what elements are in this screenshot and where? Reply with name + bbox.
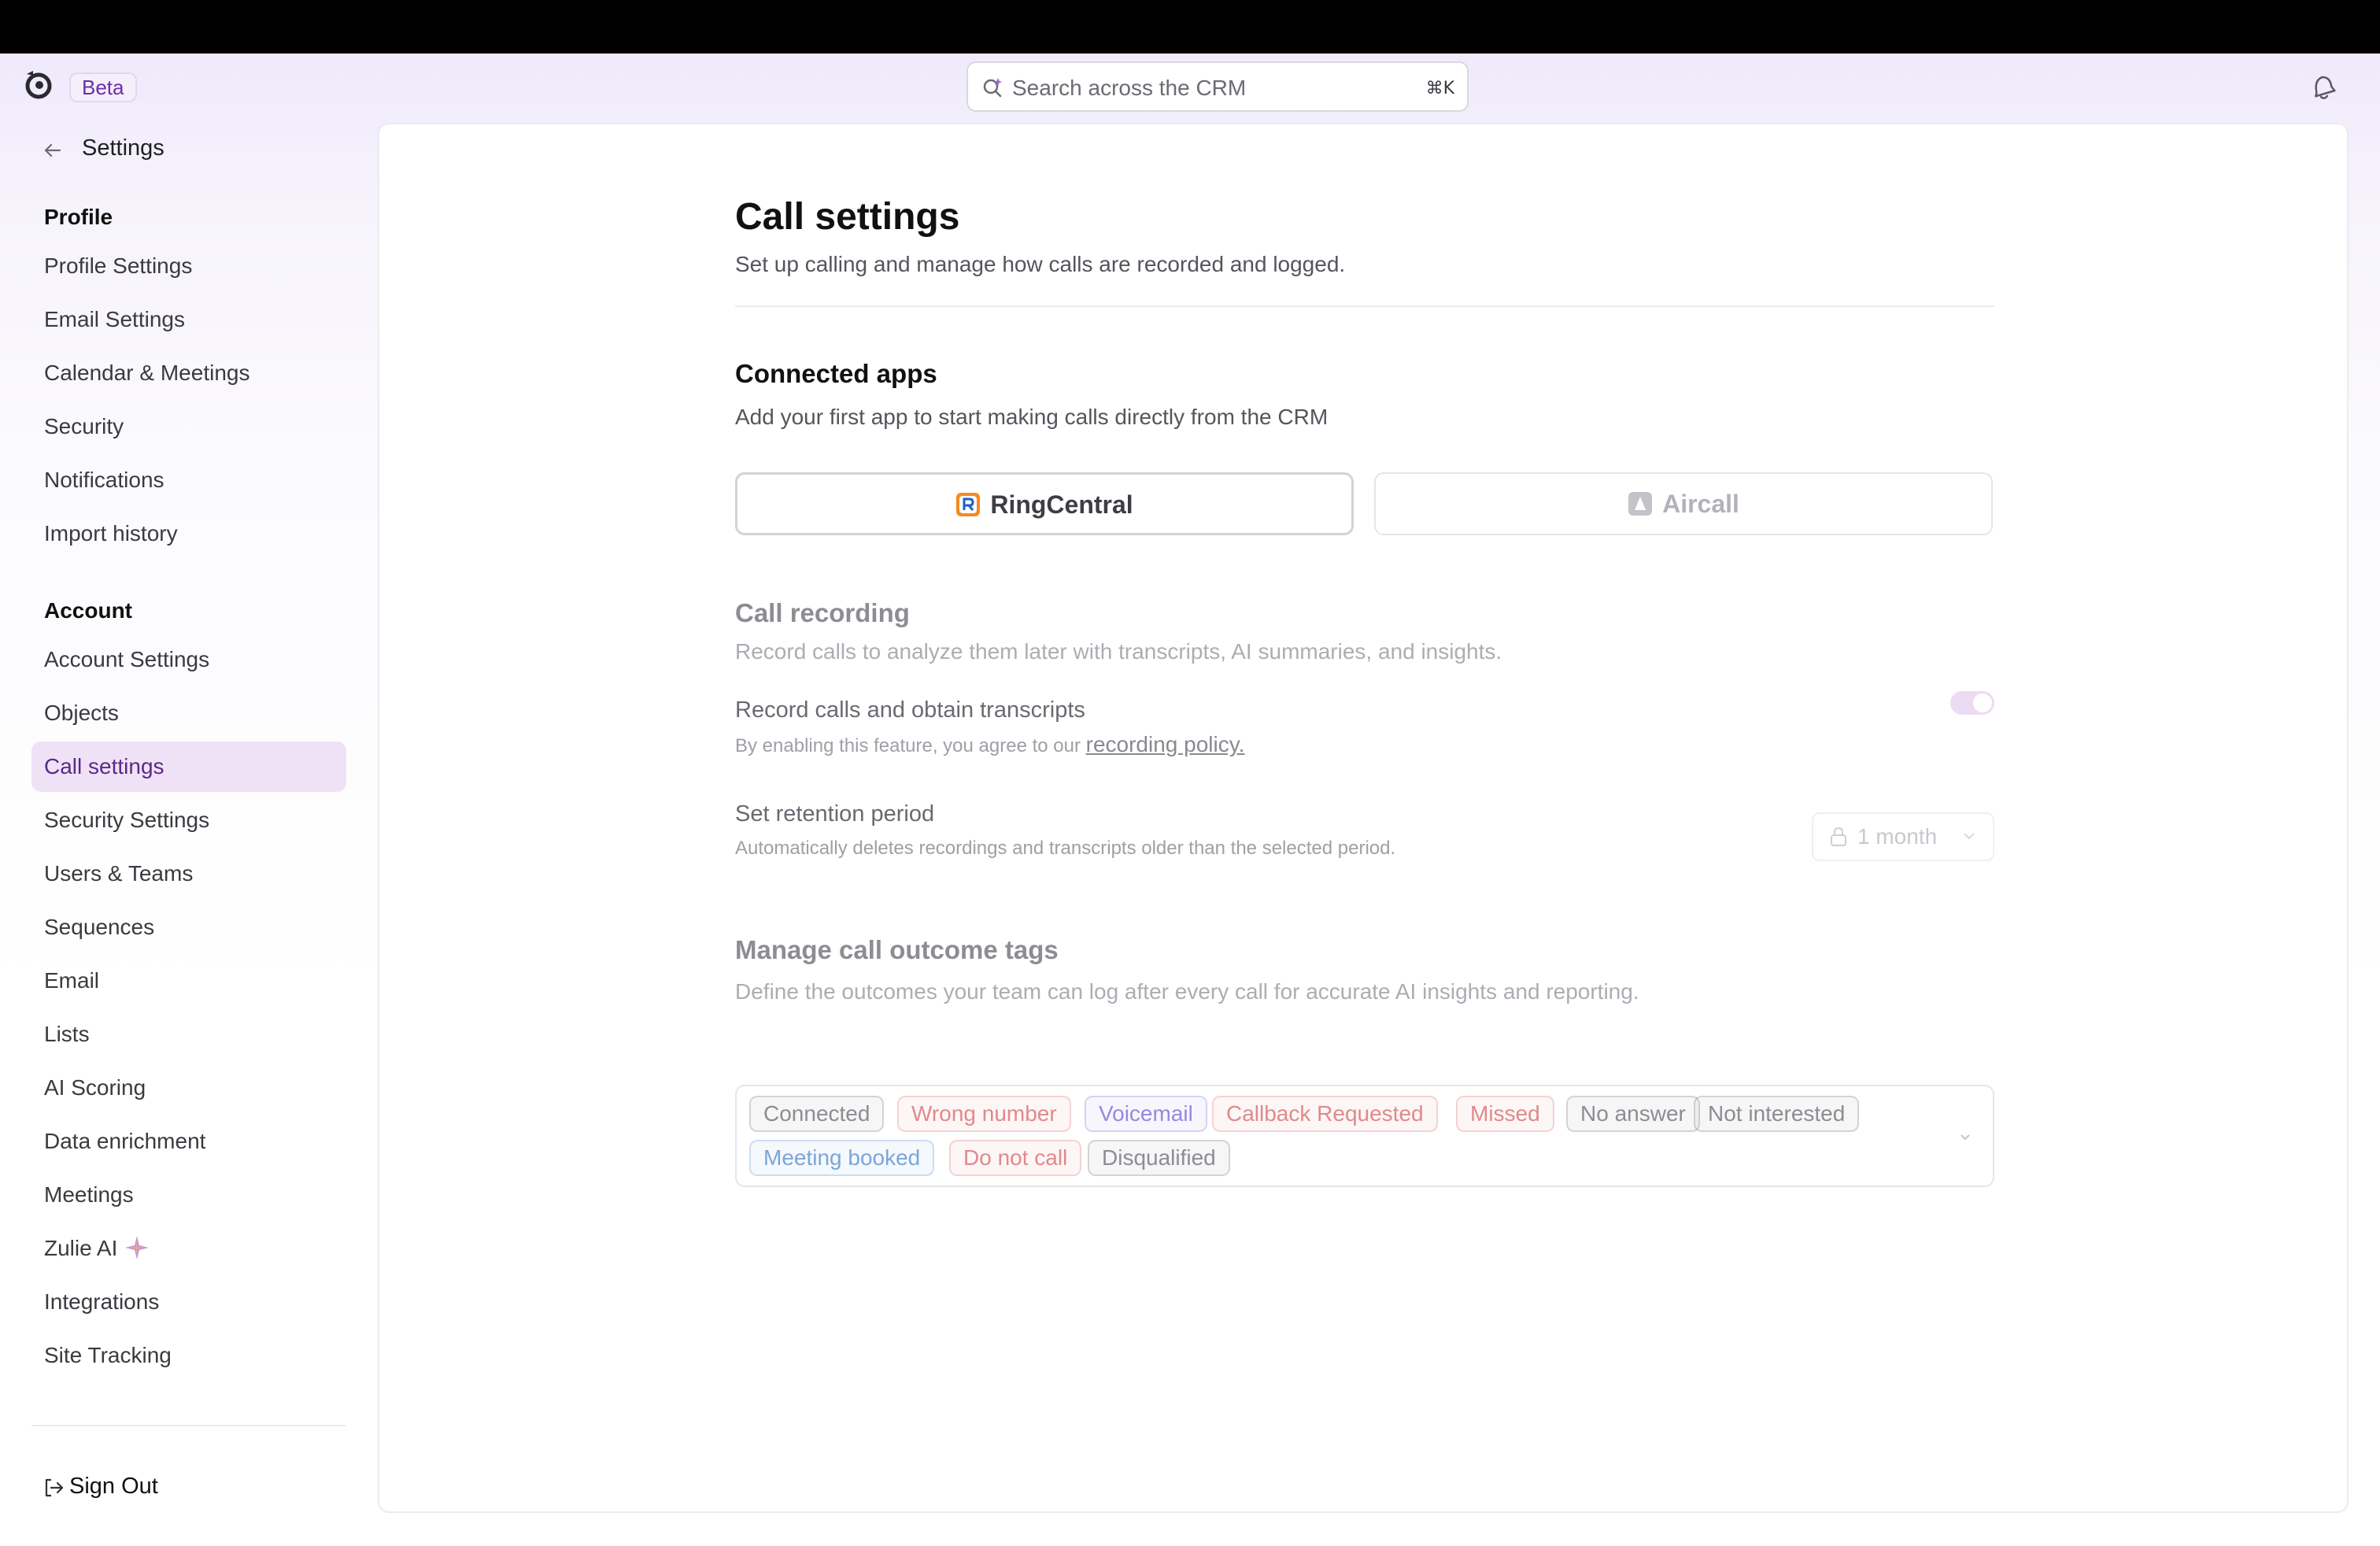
- sidebar-item-email[interactable]: Email: [31, 956, 346, 1006]
- sidebar-divider: [31, 1425, 346, 1426]
- sidebar-item-calendar-meetings[interactable]: Calendar & Meetings: [31, 348, 346, 398]
- search-placeholder: Search across the CRM: [1012, 76, 1247, 100]
- outcome-tags-description: Define the outcomes your team can log af…: [735, 979, 1639, 1004]
- record-calls-subtitle: By enabling this feature, you agree to o…: [735, 732, 1244, 757]
- record-calls-sub-text: By enabling this feature, you agree to o…: [735, 735, 1081, 756]
- toggle-knob: [1973, 693, 1992, 712]
- recording-policy-link[interactable]: recording policy.: [1086, 732, 1245, 756]
- tag-no-answer[interactable]: No answer: [1566, 1096, 1700, 1132]
- sidebar-item-security-settings[interactable]: Security Settings: [31, 795, 346, 845]
- aircall-icon: [1628, 491, 1653, 516]
- sidebar-item-account-settings[interactable]: Account Settings: [31, 634, 346, 685]
- sign-out-label: Sign Out: [69, 1474, 158, 1499]
- record-calls-title: Record calls and obtain transcripts: [735, 697, 1085, 723]
- sidebar-item-email-settings[interactable]: Email Settings: [31, 294, 346, 345]
- sidebar-item-zulie-ai[interactable]: Zulie AI: [31, 1223, 346, 1274]
- retention-title: Set retention period: [735, 801, 935, 827]
- app-logo-icon[interactable]: [22, 68, 55, 101]
- tag-meeting-booked[interactable]: Meeting booked: [749, 1140, 935, 1176]
- settings-sidebar: Settings Profile Profile Settings Email …: [0, 123, 378, 1546]
- notification-bell-icon[interactable]: [2309, 71, 2338, 102]
- sidebar-item-data-enrichment[interactable]: Data enrichment: [31, 1116, 346, 1167]
- sidebar-item-zulie-ai-label: Zulie AI: [44, 1236, 118, 1260]
- search-shortcut: ⌘K: [1425, 79, 1454, 98]
- tag-disqualified[interactable]: Disqualified: [1088, 1140, 1230, 1176]
- ringcentral-label: RingCentral: [990, 490, 1133, 519]
- sign-out-icon: [45, 1478, 64, 1497]
- connected-apps-description: Add your first app to start making calls…: [735, 405, 1329, 429]
- retention-subtitle: Automatically deletes recordings and tra…: [735, 838, 1396, 859]
- sidebar-item-notifications[interactable]: Notifications: [31, 455, 346, 505]
- arrow-left-icon: [44, 143, 61, 157]
- outcome-tags-select[interactable]: Connected Wrong number Voicemail Callbac…: [735, 1085, 1994, 1187]
- record-calls-toggle[interactable]: [1950, 691, 1994, 715]
- sidebar-item-meetings[interactable]: Meetings: [31, 1170, 346, 1220]
- aircall-button[interactable]: Aircall: [1374, 472, 1993, 535]
- tag-do-not-call[interactable]: Do not call: [949, 1140, 1082, 1176]
- sparkle-icon: [125, 1235, 150, 1259]
- tag-not-interested[interactable]: Not interested: [1694, 1096, 1860, 1132]
- header: Beta Search across the CRM ⌘K: [0, 54, 2380, 123]
- aircall-label: Aircall: [1662, 490, 1739, 518]
- sidebar-item-security[interactable]: Security: [31, 401, 346, 452]
- page-subtitle: Set up calling and manage how calls are …: [735, 252, 1346, 276]
- tag-wrong-number[interactable]: Wrong number: [897, 1096, 1071, 1132]
- search-bar[interactable]: Search across the CRM ⌘K: [966, 61, 1469, 112]
- call-recording-description: Record calls to analyze them later with …: [735, 639, 1502, 664]
- search-icon: [983, 78, 1002, 98]
- sidebar-item-import-history[interactable]: Import history: [31, 509, 346, 559]
- beta-badge: Beta: [69, 72, 137, 102]
- ringcentral-button[interactable]: RingCentral: [735, 472, 1354, 535]
- sidebar-item-integrations[interactable]: Integrations: [31, 1277, 346, 1327]
- app: Beta Search across the CRM ⌘K Settings P…: [0, 54, 2380, 1546]
- back-label: Settings: [82, 135, 164, 161]
- sidebar-item-sequences[interactable]: Sequences: [31, 902, 346, 952]
- top-black-bar: [0, 0, 2380, 54]
- tag-voicemail[interactable]: Voicemail: [1085, 1096, 1207, 1132]
- sidebar-item-call-settings[interactable]: Call settings: [31, 742, 346, 792]
- header-divider: [735, 305, 1994, 307]
- chevron-down-icon: [1964, 833, 1975, 840]
- lock-icon: [1831, 827, 1846, 846]
- account-section-title: Account: [44, 598, 132, 623]
- sidebar-item-profile-settings[interactable]: Profile Settings: [31, 241, 346, 291]
- connected-apps-title: Connected apps: [735, 359, 937, 388]
- sidebar-item-lists[interactable]: Lists: [31, 1009, 346, 1060]
- sidebar-item-users-teams[interactable]: Users & Teams: [31, 849, 346, 899]
- tag-callback-requested[interactable]: Callback Requested: [1212, 1096, 1438, 1132]
- tag-missed[interactable]: Missed: [1456, 1096, 1554, 1132]
- sidebar-item-ai-scoring[interactable]: AI Scoring: [31, 1063, 346, 1113]
- sidebar-item-site-tracking[interactable]: Site Tracking: [31, 1330, 346, 1381]
- chevron-down-icon: [1961, 1134, 1970, 1141]
- profile-section-title: Profile: [44, 205, 113, 229]
- sidebar-item-objects[interactable]: Objects: [31, 688, 346, 738]
- main-panel: Call settings Set up calling and manage …: [378, 123, 2349, 1513]
- tag-connected[interactable]: Connected: [749, 1096, 885, 1132]
- outcome-tags-title: Manage call outcome tags: [735, 935, 1059, 964]
- retention-select[interactable]: 1 month: [1812, 812, 1994, 861]
- page-title: Call settings: [735, 196, 960, 238]
- retention-value: 1 month: [1857, 824, 1938, 849]
- call-recording-title: Call recording: [735, 598, 910, 627]
- ringcentral-icon: [956, 492, 981, 516]
